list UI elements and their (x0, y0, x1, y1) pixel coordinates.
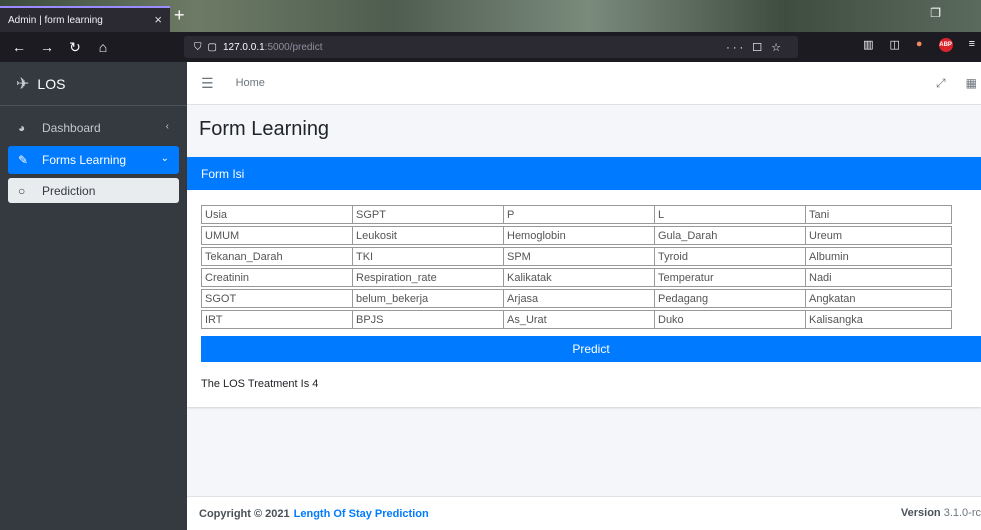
form-input[interactable]: As_Urat (503, 310, 654, 329)
form-input[interactable]: Tani (805, 205, 952, 224)
menu-icon[interactable]: ≡ (969, 38, 975, 52)
content-navbar: ☰ Home ⤢ ▦ (187, 62, 981, 105)
copyright-text: Copyright © 2021 (199, 507, 290, 520)
library-icon[interactable]: ▥ (863, 38, 873, 52)
sidebar-item-label: Prediction (42, 183, 96, 198)
version-value: 3.1.0-rc (943, 507, 981, 519)
form-input[interactable]: belum_bekerja (352, 289, 503, 308)
sidebar-item-forms-learning[interactable]: ✎ Forms Learning ⌄ (8, 146, 179, 174)
predict-button[interactable]: Predict (201, 336, 981, 362)
home-icon[interactable]: ⌂ (94, 39, 112, 55)
form-input[interactable]: Temperatur (654, 268, 805, 287)
form-input[interactable]: Kalikatak (503, 268, 654, 287)
form-input[interactable]: SPM (503, 247, 654, 266)
form-input[interactable]: L (654, 205, 805, 224)
form-input[interactable]: Albumin (805, 247, 952, 266)
sidebar-item-label: Forms Learning (42, 153, 127, 167)
form-field-grid: Usia SGPT P L Tani UMUM Leukosit Hemoglobin Gula… (201, 205, 956, 329)
restore-window-icon[interactable]: ❐ (930, 6, 941, 20)
version-info: Version 3.1.0-rc (901, 507, 981, 519)
form-input[interactable]: Respiration_rate (352, 268, 503, 287)
form-input[interactable]: Gula_Darah (654, 226, 805, 245)
form-input[interactable]: Usia (201, 205, 352, 224)
form-input[interactable]: TKI (352, 247, 503, 266)
navbar-right: ⤢ ▦ (936, 76, 977, 91)
form-input[interactable]: Hemoglobin (503, 226, 654, 245)
adblock-icon[interactable]: ABP (938, 38, 953, 52)
form-input[interactable]: Kalisangka (805, 310, 952, 329)
form-input[interactable]: Tekanan_Darah (201, 247, 352, 266)
reload-icon[interactable]: ↻ (66, 39, 84, 56)
form-card: Form Isi Usia SGPT P L Tani UMUM Leukosit Hemog… (187, 157, 981, 407)
browser-tab-bar: Admin | form learning × + ❐ (0, 0, 981, 32)
extension-icon[interactable]: ● (916, 38, 923, 52)
form-input[interactable]: IRT (201, 310, 352, 329)
form-input[interactable]: Nadi (805, 268, 952, 287)
forward-icon[interactable]: → (38, 39, 56, 55)
sidebar: ✈ LOS ◕ Dashboard ‹ ✎ Forms Learning ⌄ ○… (0, 62, 187, 530)
page-actions-icon[interactable]: ··· ☐ ☆ (726, 41, 784, 54)
browser-toolbar: ← → ↻ ⌂ ⛉ ▢ 127.0.0.1:5000/predict ··· ☐… (0, 32, 981, 62)
brand-logo-icon: ✈ (16, 75, 30, 93)
form-input[interactable]: P (503, 205, 654, 224)
browser-tab-title: Admin | form learning (8, 14, 103, 26)
form-input[interactable]: SGOT (201, 289, 352, 308)
form-input[interactable]: Pedagang (654, 289, 805, 308)
close-tab-icon[interactable]: × (154, 12, 162, 27)
url-host: 127.0.0.1 (222, 41, 265, 53)
form-input[interactable]: Arjasa (503, 289, 654, 308)
sidebar-toggle-icon[interactable]: ◫ (890, 38, 900, 52)
form-input[interactable]: UMUM (201, 226, 352, 245)
dashboard-icon: ◕ (18, 121, 26, 135)
browser-tools: ▥ ◫ ● ABP ≡ (863, 38, 975, 52)
form-input[interactable]: Angkatan (805, 289, 952, 308)
form-input[interactable]: Creatinin (201, 268, 352, 287)
shield-icon: ⛉ (194, 41, 202, 53)
form-input[interactable]: Duko (654, 310, 805, 329)
sidebar-item-prediction[interactable]: ○ Prediction (8, 178, 179, 203)
version-label: Version (900, 507, 941, 519)
footer: Copyright © 2021 Length Of Stay Predicti… (187, 496, 981, 530)
nav-home-link[interactable]: Home (236, 77, 265, 89)
sidebar-item-dashboard[interactable]: ◕ Dashboard ‹ (8, 114, 179, 142)
new-tab-button[interactable]: + (174, 5, 185, 26)
url-bar[interactable]: ⛉ ▢ 127.0.0.1:5000/predict ··· ☐ ☆ (184, 36, 798, 58)
form-input[interactable]: BPJS (352, 310, 503, 329)
card-header: Form Isi (187, 157, 981, 190)
fullscreen-icon[interactable]: ⤢ (936, 76, 946, 91)
form-input[interactable]: Tyroid (654, 247, 805, 266)
hamburger-icon[interactable]: ☰ (201, 75, 214, 92)
form-input[interactable]: SGPT (352, 205, 503, 224)
chevron-left-icon: ‹ (165, 121, 169, 132)
circle-icon: ○ (18, 183, 26, 198)
brand-link[interactable]: ✈ LOS (0, 62, 187, 106)
prediction-result: The LOS Treatment Is 4 (201, 378, 319, 390)
edit-icon: ✎ (18, 153, 29, 167)
back-icon[interactable]: ← (10, 39, 28, 55)
browser-tab[interactable]: Admin | form learning × (0, 6, 170, 32)
form-input[interactable]: Ureum (805, 226, 952, 245)
chevron-down-icon: ⌄ (160, 153, 169, 164)
sidebar-item-label: Dashboard (42, 121, 101, 135)
page-title: Form Learning (199, 118, 330, 140)
brand-text: LOS (37, 75, 66, 92)
page-icon: ▢ (207, 41, 217, 53)
form-input[interactable]: Leukosit (352, 226, 503, 245)
url-path: :5000/predict (264, 41, 323, 53)
footer-link[interactable]: Length Of Stay Prediction (294, 508, 429, 520)
grid-icon[interactable]: ▦ (966, 76, 977, 91)
